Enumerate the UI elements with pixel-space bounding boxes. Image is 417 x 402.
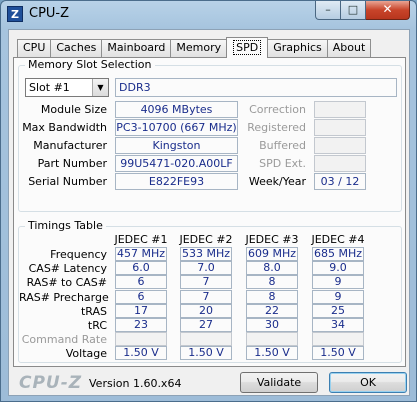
tab-strip: CPU Caches Mainboard Memory SPD Graphics… xyxy=(17,37,372,58)
timing-value-cell: 17 xyxy=(115,303,167,318)
tab-mainboard[interactable]: Mainboard xyxy=(101,39,172,57)
timing-value-cell: 457 MHz xyxy=(115,247,167,261)
timing-value-cell: 7 xyxy=(180,275,232,290)
timing-value-cell: 533 MHz xyxy=(180,247,232,261)
validate-button[interactable]: Validate xyxy=(240,372,318,393)
spd-ext-label: SPD Ext. xyxy=(259,157,306,170)
timing-value-cell: 1.50 V xyxy=(180,346,232,361)
tab-spd[interactable]: SPD xyxy=(226,37,269,58)
close-button[interactable]: ✕ xyxy=(366,1,410,20)
registered-field xyxy=(314,119,366,136)
client-area: CPU Caches Mainboard Memory SPD Graphics… xyxy=(8,29,410,396)
memory-slot-group-label: Memory Slot Selection xyxy=(25,58,155,71)
manufacturer-field: Kingston xyxy=(115,137,238,154)
ok-button[interactable]: OK xyxy=(329,372,407,393)
timing-value-cell: 25 xyxy=(312,303,364,318)
tab-caches[interactable]: Caches xyxy=(50,39,103,57)
buffered-field xyxy=(314,137,366,154)
serial-number-field: E822FE93 xyxy=(115,173,238,190)
slot-select-value: Slot #1 xyxy=(29,81,70,94)
spd-panel: Memory Slot Selection Slot #1 ▼ DDR3 Mod… xyxy=(13,57,406,367)
timing-value-cell: 30 xyxy=(246,318,298,332)
cpuz-logo: CPU-Z xyxy=(19,373,83,393)
minimize-button[interactable]: – xyxy=(315,1,341,20)
memory-slot-group: Memory Slot Selection Slot #1 ▼ DDR3 Mod… xyxy=(18,58,402,212)
timing-column-header: JEDEC #2 xyxy=(179,233,233,246)
timing-value-cell: 1.50 V xyxy=(312,346,364,361)
serial-number-label: Serial Number xyxy=(28,175,107,188)
timing-value-cell xyxy=(180,332,232,347)
week-year-field: 03 / 12 xyxy=(314,173,366,190)
title-bar[interactable]: Z CPU-Z – □ ✕ xyxy=(1,1,416,28)
cpuz-app-icon[interactable]: Z xyxy=(7,6,23,22)
tab-about[interactable]: About xyxy=(326,39,372,57)
timing-value-cell: 685 MHz xyxy=(312,247,364,261)
timing-value-cell: 9 xyxy=(312,289,364,304)
timing-value-cell: 27 xyxy=(180,318,232,332)
timing-value-cell: 6 xyxy=(115,289,167,304)
manufacturer-label: Manufacturer xyxy=(33,139,107,152)
buffered-label: Buffered xyxy=(259,139,306,152)
timing-column-header: JEDEC #1 xyxy=(114,233,168,246)
timing-row-label: Voltage xyxy=(65,347,107,361)
module-size-field: 4096 MBytes xyxy=(115,101,238,118)
timing-value-cell: 8 xyxy=(246,289,298,304)
week-year-label: Week/Year xyxy=(248,175,306,188)
timing-value-cell: 20 xyxy=(180,303,232,318)
timing-value-cell: 1.50 V xyxy=(115,346,167,361)
timing-value-cell: 609 MHz xyxy=(246,247,298,261)
timing-value-cell: 34 xyxy=(312,318,364,332)
tab-graphics[interactable]: Graphics xyxy=(267,39,328,57)
timing-value-cell xyxy=(246,332,298,347)
window-controls: – □ ✕ xyxy=(315,1,410,20)
version-label: Version 1.60.x64 xyxy=(89,377,182,390)
cpuz-window: Z CPU-Z – □ ✕ CPU Caches Mainboard Memor… xyxy=(0,0,417,402)
max-bandwidth-label: Max Bandwidth xyxy=(22,121,107,134)
timings-table-group-label: Timings Table xyxy=(25,219,106,232)
timing-value-cell: 1.50 V xyxy=(246,346,298,361)
timing-value-cell: 8.0 xyxy=(246,261,298,276)
timing-value-cell: 6 xyxy=(115,275,167,290)
timing-value-cell: 8 xyxy=(246,275,298,290)
timing-value-cell: 9.0 xyxy=(312,261,364,276)
tab-cpu[interactable]: CPU xyxy=(17,39,52,57)
timing-column-header: JEDEC #3 xyxy=(245,233,299,246)
memory-type-field: DDR3 xyxy=(115,78,397,97)
correction-label: Correction xyxy=(249,103,306,116)
timing-value-cell xyxy=(312,332,364,347)
timing-column-header: JEDEC #4 xyxy=(311,233,365,246)
chevron-down-icon[interactable]: ▼ xyxy=(92,79,108,96)
timing-value-cell: 6.0 xyxy=(115,261,167,276)
max-bandwidth-field: PC3-10700 (667 MHz) xyxy=(115,119,238,136)
module-size-label: Module Size xyxy=(40,103,107,116)
part-number-field: 99U5471-020.A00LF xyxy=(115,155,238,172)
correction-field xyxy=(314,101,366,118)
registered-label: Registered xyxy=(247,121,306,134)
timing-value-cell: 23 xyxy=(115,318,167,332)
timing-value-cell: 22 xyxy=(246,303,298,318)
maximize-button[interactable]: □ xyxy=(341,1,366,20)
window-title: CPU-Z xyxy=(29,6,70,21)
part-number-label: Part Number xyxy=(37,157,107,170)
timings-table-group: Timings Table JEDEC #1 JEDEC #2 JEDEC #3 JE… xyxy=(18,219,402,363)
timing-value-cell: 9 xyxy=(312,275,364,290)
slot-select[interactable]: Slot #1 ▼ xyxy=(25,78,109,97)
spd-ext-field xyxy=(314,155,366,172)
timing-value-cell xyxy=(115,332,167,347)
timing-value-cell: 7.0 xyxy=(180,261,232,276)
tab-memory[interactable]: Memory xyxy=(170,39,228,57)
timing-value-cell: 7 xyxy=(180,289,232,304)
